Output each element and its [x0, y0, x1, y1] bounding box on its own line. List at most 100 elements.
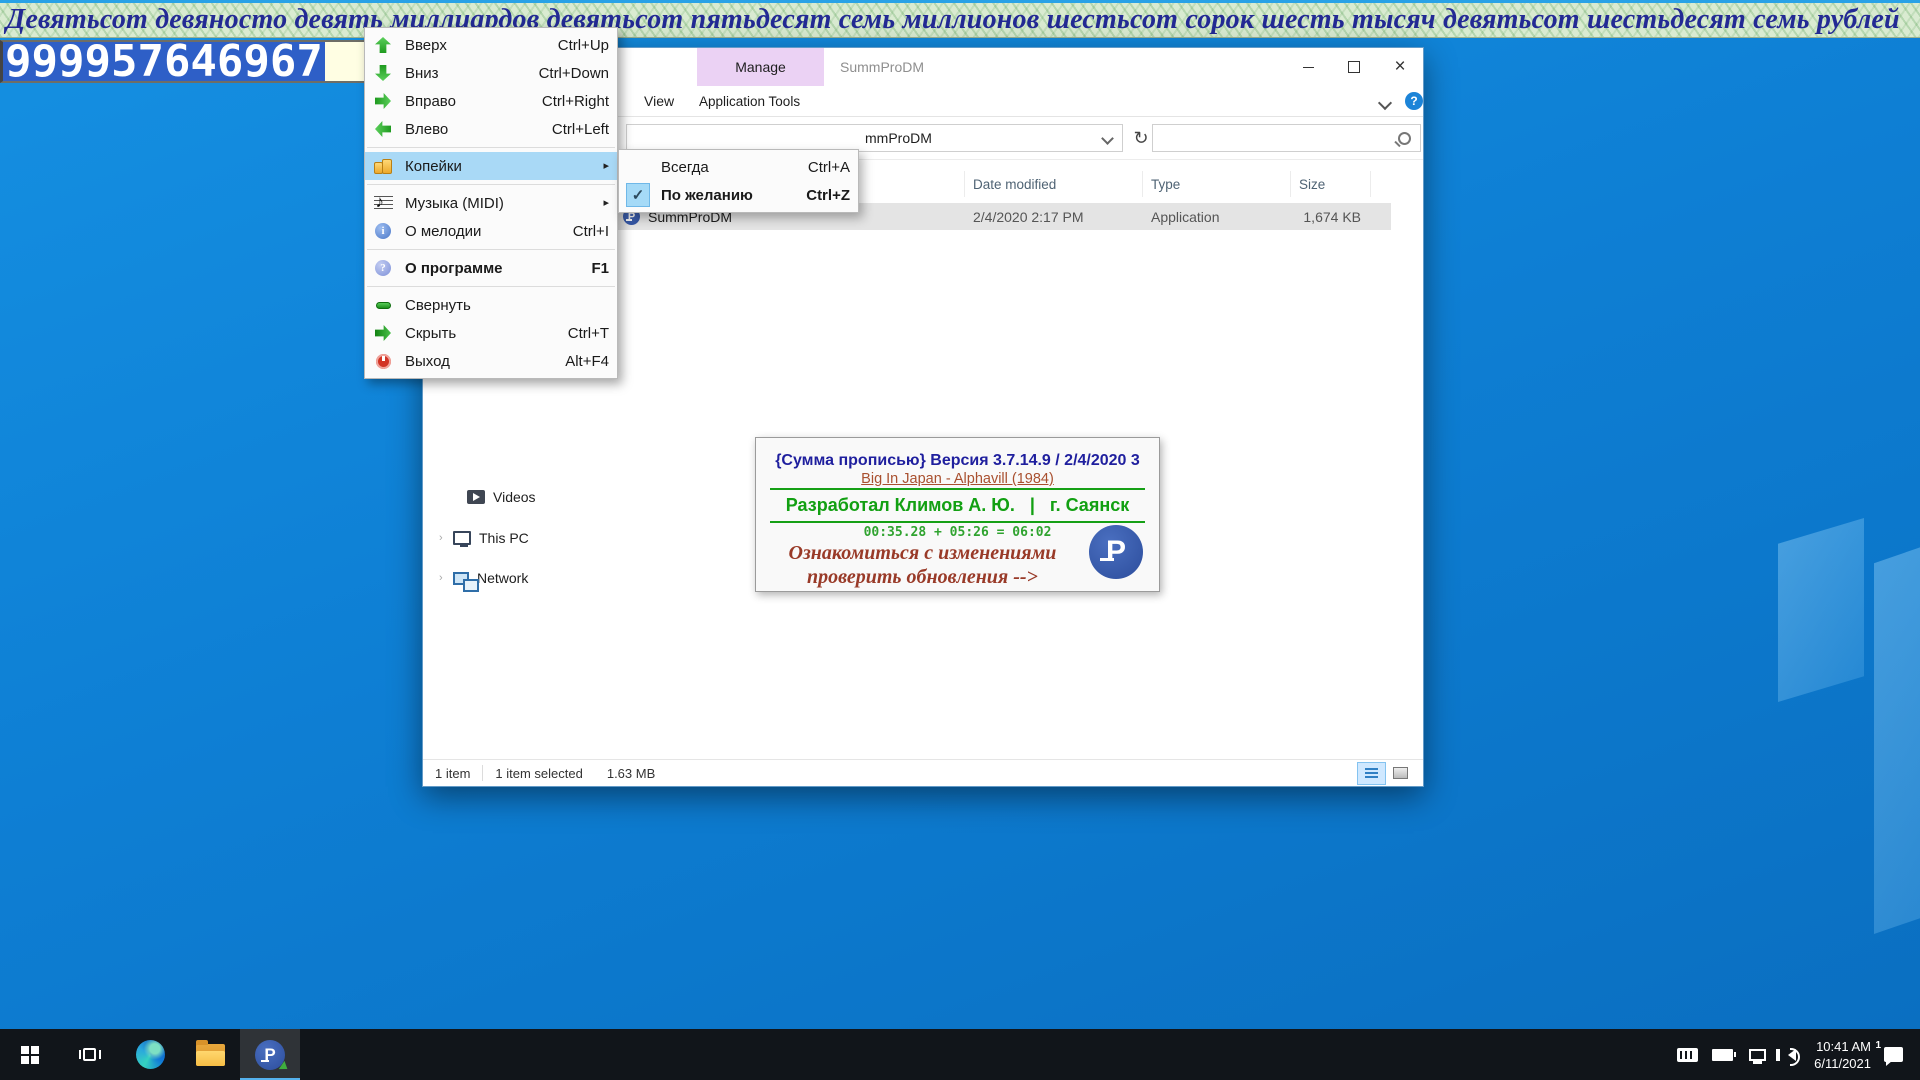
clock-date: 6/11/2021: [1814, 1055, 1871, 1072]
hide-arrow-icon: [372, 325, 394, 341]
menu-item-down[interactable]: Вниз Ctrl+Down: [365, 59, 617, 87]
checkmark-icon: ✓: [626, 183, 650, 207]
green-rule: [770, 488, 1145, 490]
column-type[interactable]: Type: [1143, 171, 1291, 197]
search-input[interactable]: [1152, 124, 1421, 152]
details-view-button[interactable]: [1357, 762, 1386, 785]
info-icon: i: [372, 223, 394, 239]
kopecks-submenu: Всегда Ctrl+A ✓ По желанию Ctrl+Z: [618, 149, 859, 213]
expand-chevron-icon[interactable]: ›: [439, 532, 453, 544]
submenu-item-on-demand[interactable]: ✓ По желанию Ctrl+Z: [619, 181, 858, 209]
minimize-button[interactable]: [1285, 48, 1331, 86]
manage-ribbon-group[interactable]: Manage: [697, 48, 824, 86]
context-menu: Вверх Ctrl+Up Вниз Ctrl+Down Вправо Ctrl…: [364, 27, 618, 379]
address-bar[interactable]: mmProDM: [626, 124, 1123, 152]
arrow-down-icon: [372, 65, 394, 81]
help-icon[interactable]: ?: [1405, 92, 1423, 110]
windows-logo-icon: [21, 1046, 39, 1064]
menu-item-hide[interactable]: Скрыть Ctrl+T: [365, 319, 617, 347]
menu-item-about-program[interactable]: ? О программе F1: [365, 254, 617, 282]
thumbnails-view-button[interactable]: [1386, 762, 1415, 785]
battery-button[interactable]: [1709, 1029, 1735, 1080]
start-button[interactable]: [0, 1029, 60, 1080]
clock-time: 10:41 AM: [1814, 1038, 1871, 1055]
coins-icon: [372, 159, 394, 174]
action-center-button[interactable]: 1: [1880, 1029, 1906, 1080]
song-link[interactable]: Big In Japan - Alphavill (1984): [756, 471, 1159, 487]
menu-item-about-melody[interactable]: i О мелодии Ctrl+I: [365, 217, 617, 245]
speaker-icon: [1788, 1049, 1796, 1061]
details-view-icon: [1365, 768, 1378, 779]
task-view-icon: [79, 1047, 101, 1063]
address-dropdown-icon[interactable]: [1101, 132, 1114, 145]
amount-selected-text: 999957646967: [3, 42, 325, 81]
menu-item-left[interactable]: Влево Ctrl+Left: [365, 115, 617, 143]
file-type: Application: [1143, 209, 1291, 225]
menu-item-kopecks[interactable]: Копейки ▸: [365, 152, 617, 180]
wallpaper-light-beam: [1778, 518, 1864, 702]
status-bar: 1 item 1 item selected 1.63 MB: [423, 759, 1423, 786]
maximize-button[interactable]: [1331, 48, 1377, 86]
taskbar: P 10:41 AM 6/11/2021 1: [0, 1029, 1920, 1080]
menu-separator: [367, 249, 615, 250]
sidebar-item-videos[interactable]: Videos: [467, 482, 536, 512]
selection-count: 1 item selected: [483, 766, 594, 781]
minimize-pill-icon: [372, 302, 394, 309]
touch-keyboard-button[interactable]: [1674, 1029, 1700, 1080]
close-button[interactable]: ×: [1377, 48, 1423, 86]
submenu-item-always[interactable]: Всегда Ctrl+A: [619, 153, 858, 181]
ruble-logo-button[interactable]: P: [1089, 525, 1143, 579]
summprodm-app-button[interactable]: P: [240, 1029, 300, 1080]
ribbon-collapse-icon[interactable]: [1378, 96, 1392, 110]
keyboard-icon: [1677, 1048, 1698, 1062]
taskbar-clock[interactable]: 10:41 AM 6/11/2021: [1814, 1038, 1871, 1072]
minimize-icon: [1303, 67, 1314, 68]
menu-item-exit[interactable]: Выход Alt+F4: [365, 347, 617, 375]
menu-item-right[interactable]: Вправо Ctrl+Right: [365, 87, 617, 115]
wallpaper-light-beam: [1874, 522, 1920, 934]
window-title: SummProDM: [840, 48, 924, 86]
volume-button[interactable]: [1779, 1029, 1805, 1080]
arrow-left-icon: [372, 121, 394, 137]
about-dialog: {Сумма прописью} Версия 3.7.14.9 / 2/4/2…: [755, 437, 1160, 592]
edge-button[interactable]: [120, 1029, 180, 1080]
screen: Девятьсот девяносто девять миллиардов де…: [0, 0, 1920, 1080]
selection-size: 1.63 MB: [595, 766, 667, 781]
developer-line: Разработал Климов А. Ю. | г. Саянск: [756, 495, 1159, 516]
battery-icon: [1712, 1049, 1733, 1061]
submenu-arrow-icon: ▸: [598, 198, 609, 209]
column-size[interactable]: Size: [1291, 171, 1371, 197]
this-pc-icon: [453, 531, 471, 545]
menu-separator: [367, 286, 615, 287]
search-icon: [1398, 132, 1411, 145]
task-view-button[interactable]: [60, 1029, 120, 1080]
arrow-right-icon: [372, 93, 394, 109]
thumbnails-view-icon: [1393, 767, 1408, 779]
menu-item-up[interactable]: Вверх Ctrl+Up: [365, 31, 617, 59]
menu-separator: [367, 147, 615, 148]
about-title: {Сумма прописью} Версия 3.7.14.9 / 2/4/2…: [756, 452, 1159, 470]
sidebar-item-network[interactable]: › Network: [439, 563, 528, 593]
file-explorer-button[interactable]: [180, 1029, 240, 1080]
submenu-arrow-icon: ▸: [598, 161, 609, 172]
videos-icon: [467, 490, 485, 504]
file-date: 2/4/2020 2:17 PM: [965, 209, 1143, 225]
column-date-modified[interactable]: Date modified: [965, 171, 1143, 197]
update-link[interactable]: Ознакомиться с изменениями проверить обн…: [756, 541, 1089, 589]
network-tray-button[interactable]: [1744, 1029, 1770, 1080]
network-icon: [453, 572, 469, 585]
menu-item-music[interactable]: ♪ Музыка (MIDI) ▸: [365, 189, 617, 217]
expand-chevron-icon[interactable]: ›: [439, 572, 453, 584]
sum-in-words-bar: Девятьсот девяносто девять миллиардов де…: [0, 0, 1920, 38]
file-size: 1,674 KB: [1291, 209, 1371, 225]
exit-icon: [372, 354, 394, 369]
tab-application-tools[interactable]: Application Tools: [699, 86, 800, 116]
arrow-up-icon: [372, 37, 394, 53]
folder-icon: [196, 1044, 225, 1066]
menu-item-minimize[interactable]: Свернуть: [365, 291, 617, 319]
tab-view[interactable]: View: [644, 86, 674, 116]
question-icon: ?: [372, 260, 394, 276]
system-tray: 10:41 AM 6/11/2021 1: [1674, 1029, 1920, 1080]
sidebar-item-this-pc[interactable]: › This PC: [439, 523, 529, 553]
amount-input[interactable]: 999957646967: [0, 40, 367, 83]
